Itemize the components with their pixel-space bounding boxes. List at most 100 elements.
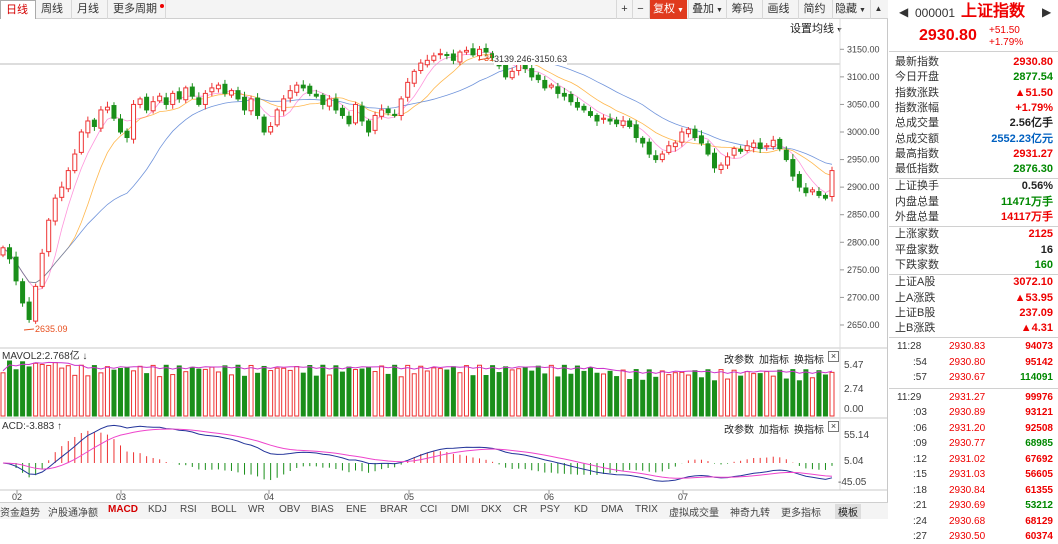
tick-time: :57 [913, 372, 927, 384]
macd-close-icon[interactable]: × [828, 421, 839, 432]
indicator-tab-11[interactable]: CCI [420, 504, 437, 515]
candle-body [463, 49, 469, 53]
low-marker-line [23, 328, 35, 331]
volume-bar [490, 365, 496, 417]
candle-body [738, 148, 744, 152]
tick-row: :03 2930.89 93121 [893, 406, 1055, 420]
volume-bar [738, 375, 744, 417]
tick-volume: 61355 [1025, 484, 1053, 496]
indicator-tab-9[interactable]: ENE [346, 504, 367, 515]
volume-bar [601, 373, 607, 417]
indicator-tab-5[interactable]: BOLL [211, 504, 237, 515]
candle-body [770, 139, 776, 148]
tick-price: 2931.02 [949, 453, 986, 465]
indicator-tab-15[interactable]: PSY [540, 504, 560, 515]
candle-body [803, 187, 809, 194]
indicator-tab-0[interactable]: 资金趋势 [0, 504, 40, 519]
volume-bar [111, 369, 117, 417]
prev-stock-icon[interactable]: ◀ [899, 6, 908, 18]
indicator-tab-10[interactable]: BRAR [380, 504, 408, 515]
tick-price: 2930.83 [949, 341, 986, 353]
indicator-tab-18[interactable]: TRIX [635, 504, 658, 515]
volume-bar [718, 369, 724, 417]
tick-time: :27 [913, 531, 927, 543]
candle-body [261, 116, 267, 133]
tick-time: :54 [913, 356, 927, 368]
indicator-tab-17[interactable]: DMA [601, 504, 623, 515]
tick-row: :57 2930.67 114091 [893, 371, 1055, 385]
macd-switch-indicator-button[interactable]: 换指标 [794, 421, 824, 436]
volume-bar [698, 377, 704, 417]
candle-body [666, 145, 672, 153]
indicator-tab-19[interactable]: 虚拟成交量 [669, 504, 719, 519]
volume-bar [379, 365, 385, 417]
tick-price: 2930.68 [949, 515, 986, 527]
candle-body [829, 170, 835, 198]
indicator-tab-1[interactable]: 沪股通净额 [48, 504, 98, 519]
volume-bar [594, 372, 600, 417]
indicator-tab-2[interactable]: MACD [108, 504, 138, 515]
indicator-tab-3[interactable]: KDJ [148, 504, 167, 515]
share-stat-row: 上证B股 237.09 [895, 306, 1053, 321]
macd-tick-top: 55.14 [844, 430, 870, 441]
stock-name: 上证指数 [961, 3, 1026, 20]
candle-body [59, 186, 65, 198]
vol-switch-indicator-button[interactable]: 换指标 [794, 351, 824, 366]
volume-bar [333, 365, 339, 417]
vol-edit-params-button[interactable]: 改参数 [724, 351, 754, 366]
section-divider [889, 337, 1058, 339]
share-stat-value: 237.09 [1019, 306, 1053, 319]
indicator-tab-21[interactable]: 更多指标 [781, 504, 821, 519]
volume-bar [816, 370, 822, 417]
volume-bar [764, 371, 770, 417]
candle-body [581, 105, 587, 111]
volume-bar [672, 372, 678, 417]
index-stat-key: 指数涨幅 [895, 101, 939, 114]
candle-body [150, 101, 156, 112]
vol-close-icon[interactable]: × [828, 351, 839, 362]
macd-add-indicator-button[interactable]: 加指标 [759, 421, 789, 436]
vol-add-indicator-button[interactable]: 加指标 [759, 351, 789, 366]
indicator-tab-4[interactable]: RSI [180, 504, 197, 515]
volume-bar [450, 366, 456, 417]
indicator-tab-14[interactable]: CR [513, 504, 527, 515]
candle-body [202, 92, 208, 105]
volume-bar [39, 363, 45, 417]
candle-body [33, 285, 39, 322]
volume-bar [809, 377, 815, 417]
volume-stat-value: 0.56% [1021, 180, 1053, 193]
y-tick-label: 2850.00 [847, 210, 880, 220]
share-stat-key: 上A涨跌 [895, 291, 936, 304]
volume-bar [313, 375, 319, 417]
index-stat-value: 2552.23亿元 [991, 132, 1053, 145]
macd-edit-params-button[interactable]: 改参数 [724, 421, 754, 436]
volume-bar [372, 371, 378, 417]
volume-bar [725, 378, 731, 417]
candle-body [209, 87, 215, 93]
volume-bar [72, 374, 78, 417]
candle-body [437, 53, 443, 56]
indicator-tab-8[interactable]: BIAS [311, 504, 334, 515]
indicator-tab-12[interactable]: DMI [451, 504, 469, 515]
volume-bar [751, 373, 757, 417]
candle-body [809, 189, 815, 193]
month-label-03: 03 [116, 492, 126, 502]
volume-bar [483, 375, 489, 417]
candle-body [744, 145, 750, 151]
index-stat-value: +1.79% [1015, 101, 1053, 114]
quote-panel: ◀ 000001 上证指数 ▶ 2930.80 +51.50 +1.79% 最新… [889, 0, 1058, 542]
volume-bar [470, 375, 476, 417]
volume-bar [574, 365, 580, 417]
y-tick-label: 3100.00 [847, 72, 880, 82]
volume-bar [261, 365, 267, 417]
indicator-tab-13[interactable]: DKX [481, 504, 502, 515]
candle-body [424, 59, 430, 66]
indicator-tab-20[interactable]: 神奇九转 [730, 504, 770, 519]
next-stock-icon[interactable]: ▶ [1042, 6, 1051, 18]
tick-time: :09 [913, 438, 927, 450]
indicator-tab-7[interactable]: OBV [279, 504, 300, 515]
indicator-tab-6[interactable]: WR [248, 504, 265, 515]
volume-bar [228, 374, 234, 417]
indicator-tab-22[interactable]: 模板 [835, 504, 861, 519]
indicator-tab-16[interactable]: KD [574, 504, 588, 515]
